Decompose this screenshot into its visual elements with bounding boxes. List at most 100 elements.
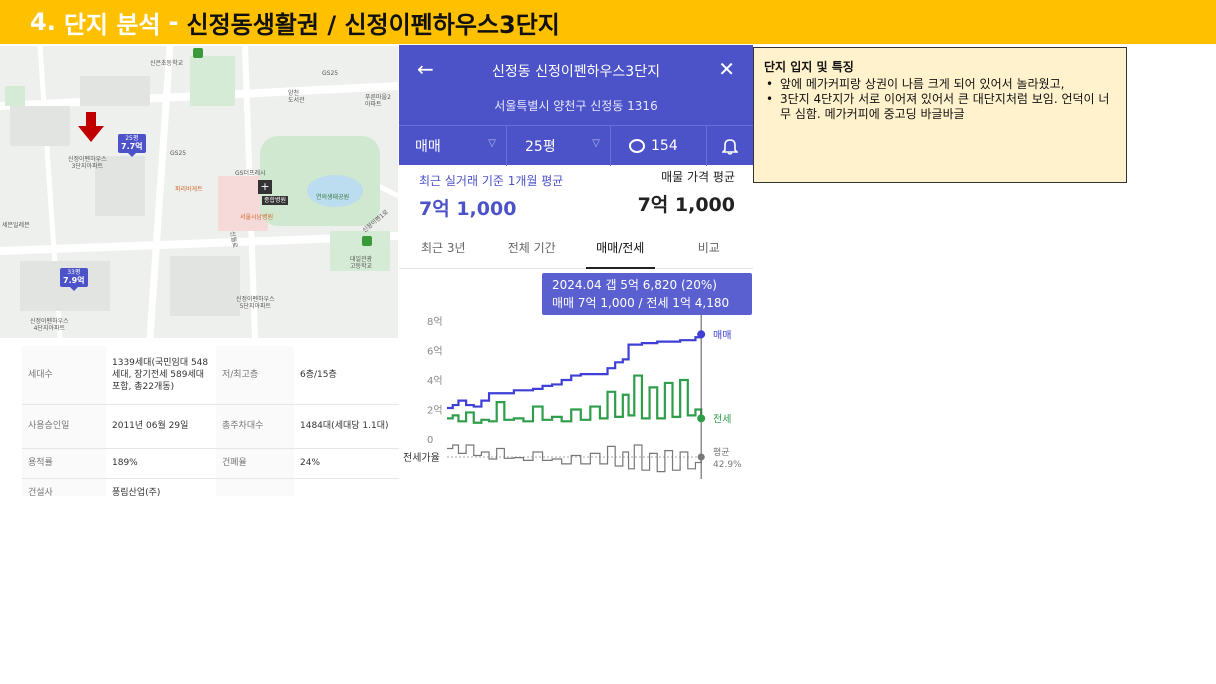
price-chart[interactable]: 8억6억4억2억02012201420162018202020222024매매전… xyxy=(399,273,753,500)
map-label-hospital: 서울시남병원 xyxy=(240,214,274,221)
info-key: 사용승인일 xyxy=(22,404,106,449)
area-map[interactable]: 신은초등학교 GS25 GS25 양천 도서관 푸른마을2 아파트 신정이펜하우… xyxy=(0,46,398,338)
deal-type-value: 매매 xyxy=(415,139,441,155)
comments-button[interactable]: 154 xyxy=(611,126,707,166)
map-label-gs25-2: GS25 xyxy=(170,150,187,157)
highschool-icon xyxy=(362,236,372,246)
map-label-apartment-4: 신정이펜하우스 4단지아파트 xyxy=(30,318,69,333)
price-pin-value: 7.7억 xyxy=(121,141,143,151)
map-label-apartment: 푸른마을2 아파트 xyxy=(365,94,391,109)
map-label-convenience: 세븐일레븐 xyxy=(2,222,30,229)
table-row: 용적률 189% 건폐율 24% xyxy=(22,448,400,479)
info-value: 풍림산업(주) xyxy=(106,478,216,496)
sale-end-label: 매매 xyxy=(713,329,731,341)
ratio-end-label: 평균 xyxy=(713,447,730,458)
map-label-target-apartment: 신정이펜하우스 3단지아파트 xyxy=(68,156,107,171)
notes-list: 앞에 메가커피랑 상권이 나름 크게 되어 있어서 놀라웠고, 3단지 4단지가… xyxy=(764,77,1116,122)
info-key: 세대수 xyxy=(22,346,106,405)
map-label-mart: GS더프레시 xyxy=(235,170,266,177)
notification-button[interactable] xyxy=(707,126,753,166)
listing-price-value: 7억 1,000 xyxy=(637,194,735,216)
comment-count: 154 xyxy=(651,138,678,154)
tab-all-period[interactable]: 전체 기간 xyxy=(488,231,577,268)
size-select[interactable]: 25평 ▽ xyxy=(507,126,611,166)
jeonse-series-line xyxy=(447,374,703,424)
chevron-down-icon: ▽ xyxy=(488,138,496,149)
tab-compare[interactable]: 비교 xyxy=(665,231,754,268)
real-estate-app-panel: ← 신정동 신정이펜하우스3단지 ✕ 서울특별시 양천구 신정동 1316 매매… xyxy=(399,45,753,500)
tooltip-price-text: 매매 7억 1,000 / 전세 1억 4,180 xyxy=(552,296,729,310)
price-pin-value: 7.9억 xyxy=(63,275,85,285)
info-key: 총주차대수 xyxy=(216,404,294,449)
info-value: 6층/15층 xyxy=(294,346,400,405)
y-tick-label: 0 xyxy=(427,435,433,446)
section-topic: 신정동생활권 / 신정이펜하우스3단지 xyxy=(186,10,560,39)
tab-sale-jeonse[interactable]: 매매/전세 xyxy=(576,231,665,269)
ratio-end-value: 42.9% xyxy=(713,460,742,470)
section-separator: - xyxy=(168,8,179,36)
hospital-icon: + xyxy=(258,180,272,194)
section-banner: 4. 단지 분석 - 신정동생활권 / 신정이펜하우스3단지 xyxy=(0,0,1216,44)
info-value: 2011년 06월 29일 xyxy=(106,404,216,449)
speech-bubble-icon xyxy=(629,139,645,153)
chevron-down-icon: ▽ xyxy=(592,138,600,149)
target-marker-icon xyxy=(78,112,104,142)
deal-type-select[interactable]: 매매 ▽ xyxy=(399,126,507,166)
y-tick-label: 6억 xyxy=(427,346,443,358)
table-row: 세대수 1339세대(국민임대 548세대, 장기전세 589세대 포함, 총2… xyxy=(22,346,400,405)
map-label-gs25: GS25 xyxy=(322,70,339,77)
price-pin-33[interactable]: 33평 7.9억 xyxy=(60,268,88,292)
notes-box: 단지 입지 및 특징 앞에 메가커피랑 상권이 나름 크게 되어 있어서 놀라웠… xyxy=(753,47,1127,183)
info-value: 1339세대(국민임대 548세대, 장기전세 589세대 포함, 총22개동) xyxy=(106,346,216,405)
recent-price-value: 7억 1,000 xyxy=(419,198,517,220)
info-value: 189% xyxy=(106,448,216,479)
map-label-park: 연의생태공원 xyxy=(316,194,350,201)
map-label-highschool: 대일관광 고등학교 xyxy=(350,256,373,271)
price-pin-25[interactable]: 25평 7.7억 xyxy=(118,134,146,158)
complex-title: 신정동 신정이펜하우스3단지 xyxy=(492,64,660,80)
info-value: 24% xyxy=(294,448,400,479)
app-header: ← 신정동 신정이펜하우스3단지 ✕ 서울특별시 양천구 신정동 1316 xyxy=(399,45,753,125)
bell-icon xyxy=(722,139,738,155)
info-key: 용적률 xyxy=(22,448,106,479)
tooltip-gap-text: 2024.04 갭 5억 6,820 (20%) xyxy=(552,278,717,292)
info-key xyxy=(216,478,294,496)
map-label-school: 신은초등학교 xyxy=(150,60,184,67)
list-item: 3단지 4단지가 서로 이어져 있어서 큰 대단지처럼 보임. 언덕이 너무 심… xyxy=(764,92,1116,122)
school-icon xyxy=(193,48,203,58)
ratio-series-line xyxy=(447,444,702,473)
y-tick-label: 2억 xyxy=(427,405,443,417)
jeonse-end-point xyxy=(697,414,706,423)
size-value: 25평 xyxy=(525,139,556,155)
jeonse-end-label: 전세 xyxy=(713,413,731,425)
info-value xyxy=(294,478,400,496)
map-label-bakery: 파리바게트 xyxy=(175,186,203,193)
map-label-library: 양천 도서관 xyxy=(288,90,305,105)
list-item: 앞에 메가커피랑 상권이 나름 크게 되어 있어서 놀라웠고, xyxy=(764,77,1116,92)
close-icon[interactable]: ✕ xyxy=(718,57,735,81)
filter-bar: 매매 ▽ 25평 ▽ 154 xyxy=(399,125,753,166)
listing-price-label: 매물 가격 평균 xyxy=(661,170,735,184)
info-key: 건폐율 xyxy=(216,448,294,479)
notes-title: 단지 입지 및 특징 xyxy=(764,60,854,74)
sale-series-line xyxy=(447,334,703,410)
info-value: 1484대(세대당 1.1대) xyxy=(294,404,400,449)
slide: 4. 단지 분석 - 신정동생활권 / 신정이펜하우스3단지 신은초등학교 GS… xyxy=(0,0,1216,684)
y-tick-label: 8억 xyxy=(427,316,443,328)
map-label-apartment-5: 신정이펜하우스 5단지아파트 xyxy=(236,296,275,311)
recent-price-label: 최근 실거래 기준 1개월 평균 xyxy=(419,174,564,188)
map-label-hospital-tag: 종합병원 xyxy=(262,196,289,206)
complex-address: 서울특별시 양천구 신정동 1316 xyxy=(494,99,658,113)
ratio-axis-label: 전세가율 xyxy=(403,452,440,464)
tab-recent-3y[interactable]: 최근 3년 xyxy=(399,231,488,268)
price-summary: 최근 실거래 기준 1개월 평균 7억 1,000 매물 가격 평균 7억 1,… xyxy=(399,166,753,226)
y-tick-label: 4억 xyxy=(427,375,443,387)
complex-info-table: 세대수 1339세대(국민임대 548세대, 장기전세 589세대 포함, 총2… xyxy=(22,346,400,496)
sale-end-point xyxy=(697,330,706,339)
ratio-end-point xyxy=(697,453,705,461)
period-tabs: 최근 3년 전체 기간 매매/전세 비교 xyxy=(399,231,753,269)
info-key: 저/최고층 xyxy=(216,346,294,405)
table-row: 사용승인일 2011년 06월 29일 총주차대수 1484대(세대당 1.1대… xyxy=(22,404,400,449)
section-number: 4. xyxy=(30,8,56,36)
table-row: 건설사 풍림산업(주) xyxy=(22,478,400,496)
